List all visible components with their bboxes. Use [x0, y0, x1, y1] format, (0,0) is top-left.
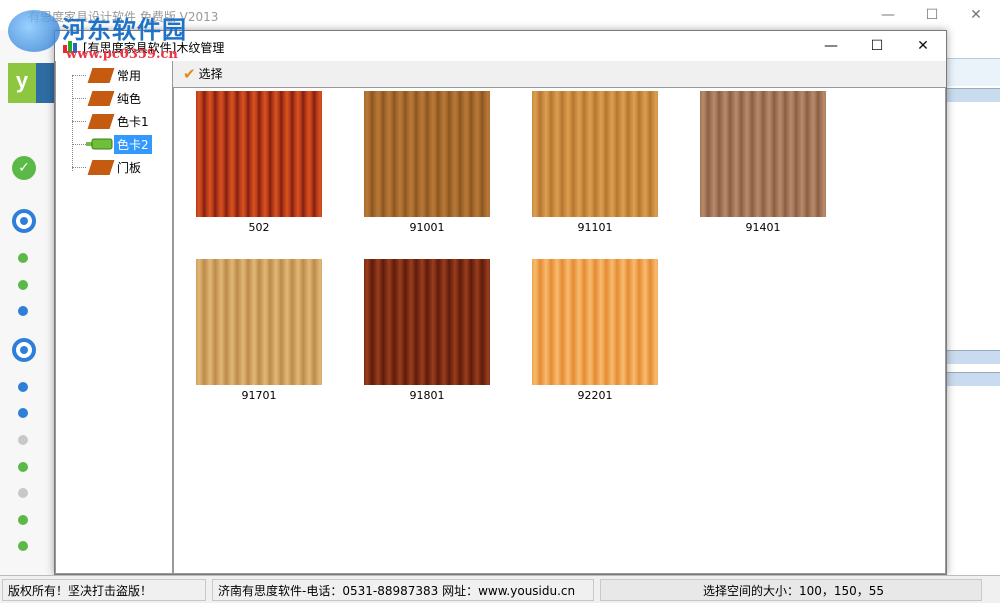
tree-connector: [72, 75, 86, 76]
main-maximize-button[interactable]: ☐: [922, 5, 942, 25]
swatch-code-label: 91701: [241, 389, 277, 402]
step-dot-icon[interactable]: [18, 408, 28, 418]
swatch-code-label: 91801: [409, 389, 445, 402]
main-right-tab: [946, 88, 1000, 102]
step-dot-icon[interactable]: [18, 382, 28, 392]
category-tree: 常用纯色色卡1 色卡2 门板: [55, 61, 173, 574]
status-copyright: 版权所有！坚决打击盗版！: [2, 579, 206, 601]
tree-item-label[interactable]: 门板: [114, 158, 144, 177]
watermark-logo-icon: [8, 10, 60, 52]
select-button-label: 选择: [198, 67, 223, 81]
wood-swatch-tile[interactable]: [532, 259, 658, 385]
step-dot-icon[interactable]: [18, 462, 28, 472]
step-dot-icon[interactable]: [18, 280, 28, 290]
wood-folder-icon: [87, 160, 115, 175]
wood-swatch-tile[interactable]: [196, 259, 322, 385]
status-bar: 版权所有！坚决打击盗版！ 济南有思度软件-电话：0531-88987383 网址…: [0, 575, 1000, 603]
app-logo-bar: [36, 63, 56, 103]
tree-connector: [72, 167, 86, 168]
wood-swatch-tile[interactable]: [700, 91, 826, 217]
step-dot-icon[interactable]: [18, 541, 28, 551]
wood-folder-icon: [87, 91, 115, 106]
step-dot-icon[interactable]: [18, 253, 28, 263]
select-button[interactable]: ✔ 选择: [179, 64, 227, 84]
wood-swatch-tile[interactable]: [364, 259, 490, 385]
wood-folder-icon: [87, 114, 115, 129]
swatch-code-label: 91401: [745, 221, 781, 234]
step-dot-icon[interactable]: [18, 435, 28, 445]
step-dot-icon[interactable]: [18, 306, 28, 316]
main-minimize-button[interactable]: —: [878, 5, 898, 25]
swatch-gallery: 502 91001 91101 91401 91701 91801 92201: [173, 87, 946, 574]
step-current-icon[interactable]: [12, 338, 36, 362]
tree-item-label[interactable]: 色卡1: [114, 112, 152, 131]
dialog-close-button[interactable]: ✕: [900, 31, 946, 61]
swatch-code-label: 91101: [577, 221, 613, 234]
step-done-icon[interactable]: ✓: [12, 156, 36, 180]
tree-connector: [72, 121, 86, 122]
status-selection-size: 选择空间的大小：100，150，55: [600, 579, 982, 601]
main-right-panel: [946, 30, 1000, 575]
tree-item-label[interactable]: 纯色: [114, 89, 144, 108]
wood-swatch-tile[interactable]: [364, 91, 490, 217]
main-close-button[interactable]: ✕: [966, 5, 986, 25]
watermark-site-name: 河东软件园: [62, 16, 187, 44]
wood-swatch-tile[interactable]: [196, 91, 322, 217]
dialog-minimize-button[interactable]: —: [808, 31, 854, 61]
dialog-maximize-button[interactable]: ☐: [854, 31, 900, 61]
tree-item-label[interactable]: 常用: [114, 66, 144, 85]
step-dot-icon[interactable]: [18, 515, 28, 525]
step-current-icon[interactable]: [12, 209, 36, 233]
dialog-toolbar: ✔ 选择: [173, 61, 946, 87]
selected-folder-icon: [86, 138, 114, 150]
check-icon: ✔: [183, 65, 196, 83]
wood-swatch-tile[interactable]: [532, 91, 658, 217]
main-right-section-2: [946, 372, 1000, 386]
step-dot-icon[interactable]: [18, 488, 28, 498]
status-contact: 济南有思度软件-电话：0531-88987383 网址：www.yousidu.…: [212, 579, 594, 601]
tree-item-label[interactable]: 色卡2: [114, 135, 152, 154]
tree-connector: [72, 75, 73, 171]
tree-connector: [72, 144, 86, 145]
main-right-section: [946, 350, 1000, 364]
dialog-titlebar: [有思度家具软件]木纹管理 — ☐ ✕: [55, 31, 946, 61]
tree-connector: [72, 98, 86, 99]
swatch-code-label: 91001: [409, 221, 445, 234]
wood-folder-icon: [87, 68, 115, 83]
swatch-code-label: 92201: [577, 389, 613, 402]
watermark-url: www.pc0359.cn: [66, 47, 178, 62]
app-logo: y: [8, 63, 36, 103]
wood-grain-dialog: [有思度家具软件]木纹管理 — ☐ ✕ ✔ 选择 常用纯色色卡1 色卡2 门板 50…: [54, 30, 947, 575]
main-right-header: [946, 58, 1000, 86]
swatch-code-label: 502: [248, 221, 270, 234]
